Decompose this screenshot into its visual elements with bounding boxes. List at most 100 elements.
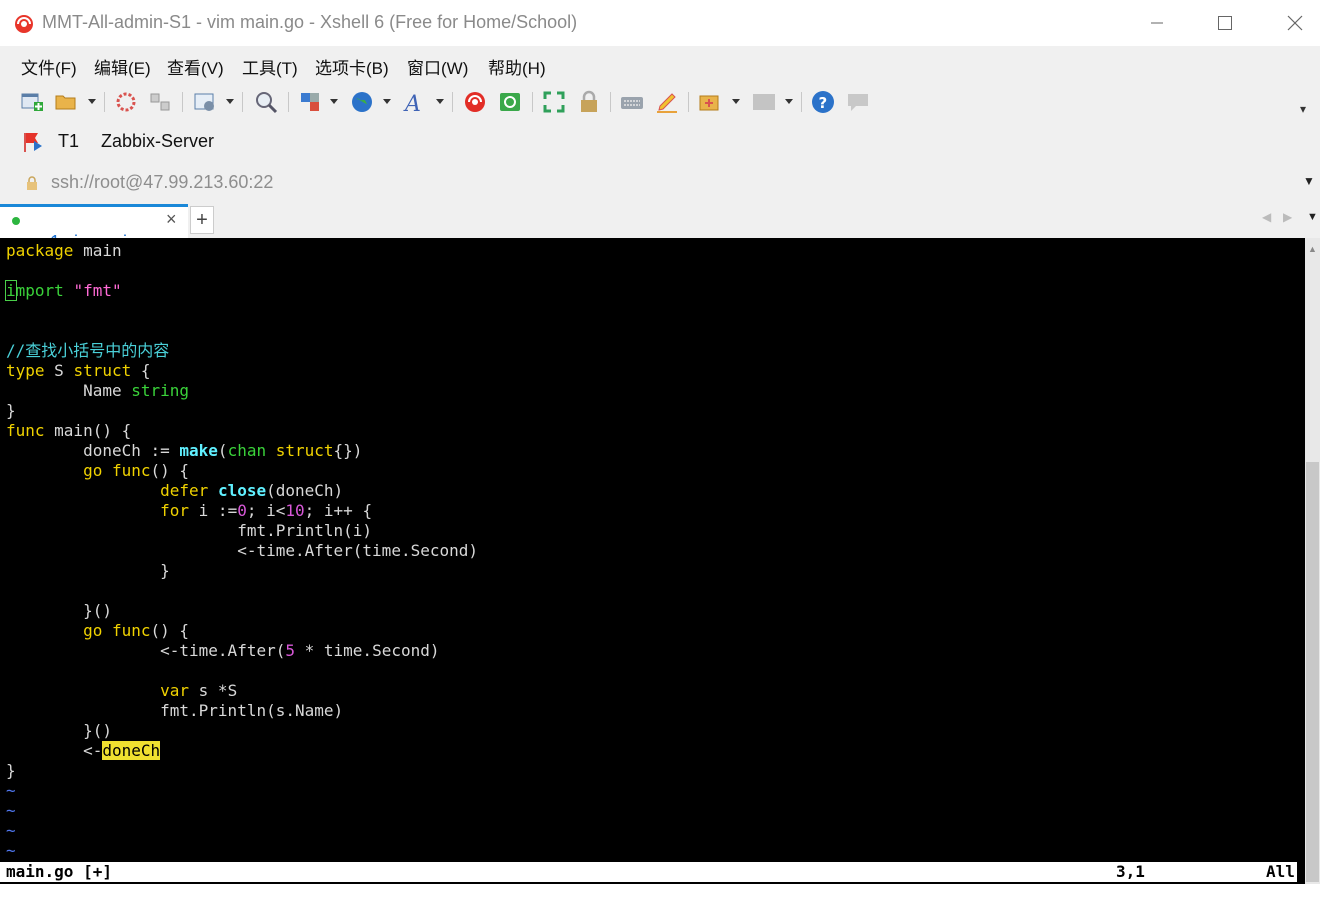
chevron-down-icon[interactable] bbox=[732, 99, 740, 104]
menu-window[interactable]: 窗口(W) bbox=[407, 54, 468, 79]
transfer-icon[interactable] bbox=[298, 90, 322, 114]
tab-scroll-right-icon[interactable]: ▶ bbox=[1283, 210, 1292, 224]
compose-icon[interactable] bbox=[698, 90, 722, 114]
menu-tabs[interactable]: 选项卡(B) bbox=[315, 54, 389, 79]
menu-help[interactable]: 帮助(H) bbox=[488, 54, 546, 79]
find-icon[interactable] bbox=[254, 90, 278, 114]
globe-icon[interactable] bbox=[350, 90, 374, 114]
minimize-button[interactable] bbox=[1134, 0, 1180, 46]
vim-status-line: main.go [+] 3,1 All bbox=[0, 862, 1297, 882]
layout-icon[interactable] bbox=[752, 90, 776, 114]
tab-vim-main-go[interactable]: 1 vim main.go × bbox=[0, 204, 188, 252]
highlight-icon[interactable] bbox=[655, 90, 679, 114]
code-comment: //查找小括号中的内容 bbox=[6, 341, 170, 360]
toolbar-separator bbox=[610, 92, 611, 112]
toolbar: A ? ▾ bbox=[0, 82, 1320, 122]
maximize-button[interactable] bbox=[1202, 0, 1248, 46]
open-folder-icon[interactable] bbox=[54, 90, 78, 114]
properties-icon[interactable] bbox=[193, 90, 217, 114]
scroll-up-icon[interactable]: ▲ bbox=[1308, 244, 1317, 254]
lock-icon bbox=[27, 176, 37, 190]
lock-icon[interactable] bbox=[577, 90, 601, 114]
toolbar-separator bbox=[452, 92, 453, 112]
keyword: type bbox=[6, 361, 45, 380]
chevron-down-icon[interactable] bbox=[226, 99, 234, 104]
xftp-icon[interactable] bbox=[498, 90, 522, 114]
keyword: package bbox=[6, 241, 74, 260]
status-scroll-percent: All bbox=[1266, 862, 1295, 881]
empty-line-marker: ~ bbox=[6, 781, 16, 800]
code-line: <-doneCh bbox=[6, 741, 161, 761]
code-line: <-time.After(5 * time.Second) bbox=[6, 641, 439, 661]
code-line: }() bbox=[6, 721, 112, 740]
code-text: s *S bbox=[189, 681, 238, 700]
chat-icon[interactable] bbox=[846, 90, 870, 114]
type-name: string bbox=[131, 381, 190, 400]
keyboard-icon[interactable] bbox=[620, 90, 644, 114]
menu-file[interactable]: 文件(F) bbox=[21, 54, 77, 79]
svg-text:A: A bbox=[403, 92, 421, 114]
keyword: struct bbox=[275, 441, 334, 460]
code-line: }() bbox=[6, 601, 112, 620]
code-text: { bbox=[131, 361, 151, 380]
chevron-down-icon[interactable] bbox=[785, 99, 793, 104]
xshell-icon[interactable] bbox=[463, 90, 487, 114]
keyword: defer bbox=[160, 481, 209, 500]
menu-view[interactable]: 查看(V) bbox=[167, 54, 224, 79]
tab-list-icon[interactable]: ▼ bbox=[1307, 211, 1318, 223]
terminal-area[interactable]: package main import "fmt" //查找小括号中的内容 ty… bbox=[0, 238, 1305, 884]
code-text: Name bbox=[6, 381, 132, 400]
code-text: doneCh := bbox=[6, 441, 180, 460]
code-line: defer close(doneCh) bbox=[6, 481, 343, 501]
help-icon[interactable]: ? bbox=[811, 90, 835, 114]
code-text: (doneCh) bbox=[266, 481, 344, 500]
code-line: doneCh := make(chan struct{}) bbox=[6, 441, 362, 461]
type-name: chan bbox=[227, 441, 267, 460]
chevron-down-icon[interactable] bbox=[330, 99, 338, 104]
toolbar-separator bbox=[182, 92, 183, 112]
fullscreen-icon[interactable] bbox=[542, 90, 566, 114]
menu-edit[interactable]: 编辑(E) bbox=[94, 54, 151, 79]
address-dropdown-icon[interactable]: ▼ bbox=[1303, 174, 1315, 188]
xshell-app-icon bbox=[15, 15, 33, 33]
keyword: func bbox=[111, 461, 151, 480]
code-line: fmt.Println(i) bbox=[6, 521, 373, 540]
code-line: package main bbox=[6, 241, 122, 261]
chevron-down-icon[interactable] bbox=[88, 99, 96, 104]
code-text: <- bbox=[6, 741, 103, 760]
code-line: go func() { bbox=[6, 621, 189, 641]
number-literal: 10 bbox=[285, 501, 305, 520]
chevron-down-icon[interactable] bbox=[436, 99, 444, 104]
toolbar-separator bbox=[532, 92, 533, 112]
maximize-icon bbox=[1218, 16, 1232, 30]
keyword: go bbox=[83, 621, 103, 640]
tab-scroll-left-icon[interactable]: ◀ bbox=[1262, 210, 1271, 224]
session-label[interactable]: T1 bbox=[58, 131, 79, 152]
code-line: fmt.Println(s.Name) bbox=[6, 701, 344, 720]
window-title: MMT-All-admin-S1 - vim main.go - Xshell … bbox=[42, 12, 578, 32]
status-cursor-position: 3,1 bbox=[1116, 862, 1145, 881]
new-tab-button[interactable]: + bbox=[190, 206, 214, 234]
builtin: close bbox=[217, 481, 267, 500]
menu-tools[interactable]: 工具(T) bbox=[242, 54, 298, 79]
code-line: var s *S bbox=[6, 681, 237, 701]
tab-close-icon[interactable]: × bbox=[166, 209, 177, 230]
toolbar-overflow-icon[interactable]: ▾ bbox=[1300, 102, 1306, 116]
code-line: import "fmt" bbox=[5, 280, 122, 301]
session-bar: T1 Zabbix-Server bbox=[0, 122, 1320, 162]
empty-line-marker: ~ bbox=[6, 801, 16, 820]
disconnect-icon[interactable] bbox=[114, 90, 138, 114]
code-text: ; i< bbox=[246, 501, 286, 520]
scrollbar-thumb[interactable] bbox=[1306, 462, 1319, 882]
chevron-down-icon[interactable] bbox=[383, 99, 391, 104]
reconnect-icon[interactable] bbox=[148, 90, 172, 114]
session-name[interactable]: Zabbix-Server bbox=[101, 131, 214, 152]
toolbar-separator bbox=[688, 92, 689, 112]
font-icon[interactable]: A bbox=[403, 90, 427, 114]
session-flag-icon[interactable] bbox=[22, 130, 46, 154]
session-address[interactable]: ssh://root@47.99.213.60:22 bbox=[51, 172, 273, 193]
close-window-button[interactable] bbox=[1272, 0, 1318, 46]
new-session-icon[interactable] bbox=[20, 90, 44, 114]
number-literal: 0 bbox=[237, 501, 247, 520]
